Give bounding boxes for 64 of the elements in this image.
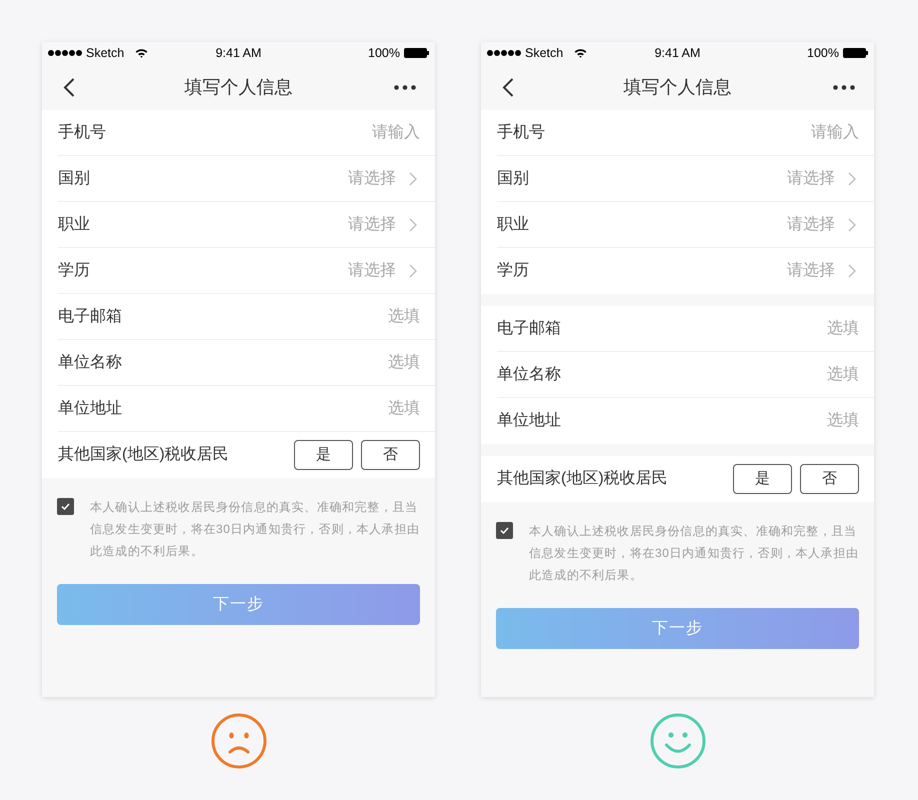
select-field[interactable]: 请选择: [787, 212, 859, 236]
consent-checkbox[interactable]: [496, 522, 513, 539]
select-field[interactable]: 请选择: [348, 212, 420, 236]
signal-icon: [48, 50, 82, 56]
text-input-field[interactable]: 选填: [310, 396, 420, 420]
option-button[interactable]: 否: [800, 464, 859, 494]
status-time: 9:41 AM: [216, 44, 262, 62]
checkmark-icon: [61, 503, 70, 510]
field-label: 职业: [58, 214, 90, 234]
field-label: 学历: [497, 261, 529, 281]
carrier-name: Sketch: [525, 44, 564, 62]
signal-icon: [487, 50, 521, 56]
status-time: 9:41 AM: [654, 44, 700, 62]
text-input-field[interactable]: 选填: [310, 350, 420, 374]
text-input-field[interactable]: 选填: [749, 316, 859, 340]
chevron-right-icon: [848, 172, 856, 186]
page-title: 填写个人信息: [624, 76, 732, 98]
chevron-right-icon: [409, 218, 417, 232]
battery-percent: 100%: [368, 44, 400, 62]
field-label: 电子邮箱: [497, 318, 561, 338]
option-button[interactable]: 是: [733, 464, 792, 494]
more-icon: [394, 84, 416, 90]
field-label: 单位名称: [58, 352, 122, 372]
consent-text: 本人确认上述税收居民身份信息的真实、准确和完整，且当信息发生变更时，将在30日内通知贵行，否则，本人承担由此造成的不利后果。: [529, 523, 860, 584]
select-field[interactable]: 请选择: [348, 258, 420, 282]
chevron-right-icon: [409, 264, 417, 278]
page-title: 填写个人信息: [184, 76, 292, 98]
field-label: 其他国家(地区)税收居民: [58, 444, 229, 465]
field-label: 单位地址: [58, 398, 122, 418]
text-input-field[interactable]: 选填: [749, 409, 859, 433]
consent-checkbox[interactable]: [57, 498, 74, 515]
more-icon: [833, 84, 855, 90]
field-label: 手机号: [497, 122, 545, 142]
field-label: 国别: [58, 168, 90, 188]
chevron-right-icon: [409, 172, 417, 186]
consent-text: 本人确认上述税收居民身份信息的真实、准确和完整，且当信息发生变更时，将在30日内通知贵行，否则，本人承担由此造成的不利后果。: [90, 499, 421, 560]
field-label: 单位地址: [497, 410, 561, 431]
select-field[interactable]: 请选择: [787, 259, 859, 283]
text-input-field[interactable]: 选填: [310, 304, 420, 328]
select-field[interactable]: 请选择: [787, 166, 859, 190]
wifi-icon: [135, 48, 148, 58]
field-label: 电子邮箱: [58, 306, 122, 326]
option-button[interactable]: 否: [361, 440, 420, 470]
chevron-right-icon: [848, 218, 856, 232]
select-field[interactable]: 请选择: [348, 166, 420, 190]
field-label: 手机号: [58, 122, 106, 142]
battery-icon: [843, 48, 868, 58]
field-label: 其他国家(地区)税收居民: [497, 468, 668, 489]
carrier-name: Sketch: [86, 44, 124, 62]
option-button[interactable]: 是: [294, 440, 353, 470]
field-label: 单位名称: [497, 364, 561, 384]
field-label: 职业: [497, 214, 529, 234]
field-label: 国别: [497, 168, 529, 188]
chevron-left-icon: [502, 78, 514, 96]
text-input-field[interactable]: 请输入: [749, 120, 859, 144]
field-label: 学历: [58, 260, 90, 280]
text-input-field[interactable]: 选填: [749, 362, 859, 386]
battery-icon: [404, 48, 429, 58]
chevron-left-icon: [63, 78, 75, 96]
battery-percent: 100%: [807, 44, 839, 62]
text-input-field[interactable]: 请输入: [310, 120, 420, 144]
checkmark-icon: [500, 527, 509, 534]
wifi-icon: [574, 48, 588, 58]
chevron-right-icon: [848, 264, 856, 278]
